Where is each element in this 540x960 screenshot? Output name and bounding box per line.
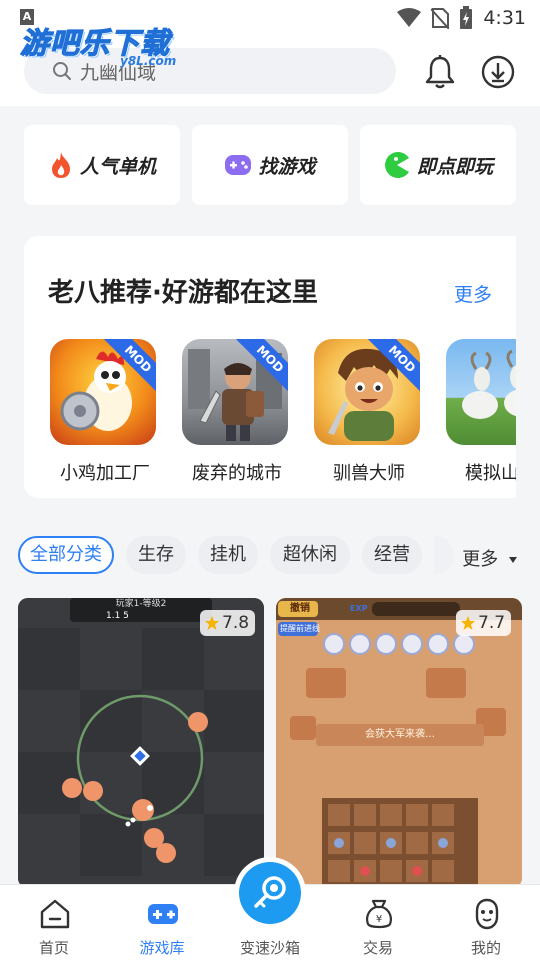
wave-banner: 会获大军来袭…: [365, 729, 435, 740]
quick-entry-label: 即点即玩: [416, 155, 493, 178]
recommend-section: 老八推荐·好游都在这里 更多 MOD 小鸡加工厂 MOD 废弃的城市 MOD 驯…: [24, 236, 516, 498]
categories-more-label: 更多: [462, 549, 499, 570]
game-icon: MOD: [182, 339, 288, 445]
gamepad-icon: [148, 904, 178, 924]
rating-badge: 7.7: [456, 610, 512, 636]
key-icon: [254, 876, 286, 908]
game-tile[interactable]: 玩家1-等级2 1.1 5 7.8: [18, 598, 264, 888]
download-icon[interactable]: [480, 54, 516, 90]
category-chip[interactable]: 生存: [126, 536, 186, 574]
game-icon: [446, 339, 516, 445]
more-link[interactable]: 更多: [454, 280, 492, 307]
nav-label: 首页: [38, 939, 69, 957]
rating-value: 7.8: [222, 613, 250, 633]
game-name: 模拟山羊: [465, 463, 516, 484]
speed-sandbox-button[interactable]: [239, 862, 301, 924]
header: 九幽仙域 游吧乐下载 y8L.com: [0, 25, 540, 106]
game-name: 废弃的城市: [192, 463, 282, 484]
app-logo: 游吧乐下载 y8L.com: [19, 20, 176, 68]
game-name: 驯兽大师: [333, 463, 405, 484]
triangle-down-icon: [509, 557, 517, 563]
hud-level: 玩家1-等级2: [115, 599, 167, 609]
star-icon: [461, 616, 475, 630]
nav-label: 交易: [362, 939, 393, 957]
category-chip-all[interactable]: 全部分类: [18, 536, 114, 574]
quick-entry-popular[interactable]: 人气单机: [24, 125, 180, 205]
star-icon: [205, 616, 219, 630]
nav-home[interactable]: 首页: [4, 885, 104, 960]
undo-button[interactable]: 撤销: [280, 602, 320, 616]
nav-label: 变速沙箱: [239, 939, 300, 957]
category-chip[interactable]: 挂机: [198, 536, 258, 574]
logo-domain: y8L.com: [120, 54, 177, 68]
quick-entry-find-game[interactable]: 找游戏: [192, 125, 348, 205]
game-tile[interactable]: 撤销 提醒前进线 EXP 会获大军来袭… 7.7: [276, 598, 522, 888]
game-screenshot: [276, 598, 522, 888]
categories-more-button[interactable]: 更多: [462, 545, 518, 571]
battery-charging-icon: [460, 6, 473, 29]
clock: 4:31: [483, 7, 526, 29]
quick-entry-label: 人气单机: [79, 155, 156, 178]
svg-text:¥: ¥: [376, 914, 382, 925]
home-icon: [40, 899, 70, 929]
rating-value: 7.7: [478, 613, 506, 633]
game-icon: MOD: [314, 339, 420, 445]
nav-trade[interactable]: ¥ 交易: [328, 885, 428, 960]
pacman-icon: [385, 152, 409, 178]
game-screenshot: [18, 598, 264, 888]
section-title: 老八推荐·好游都在这里: [48, 278, 318, 308]
category-chip-overflow: [434, 536, 454, 574]
category-filter: 全部分类 生存 挂机 超休闲 经营 更多: [0, 536, 540, 576]
profile-icon: [475, 898, 499, 930]
search-icon: [53, 62, 71, 80]
bell-icon[interactable]: [422, 54, 458, 90]
game-icon: MOD: [50, 339, 156, 445]
quick-entry-label: 找游戏: [258, 155, 316, 178]
nav-profile[interactable]: 我的: [436, 885, 536, 960]
wifi-icon: [397, 8, 422, 27]
game-card[interactable]: 模拟山羊: [446, 339, 516, 484]
game-card[interactable]: MOD 废弃的城市: [182, 339, 288, 484]
nav-label: 我的: [470, 939, 501, 957]
game-name: 小鸡加工厂: [60, 463, 150, 484]
hint-button[interactable]: 提醒前进线: [280, 623, 320, 635]
gamepad-icon: [225, 155, 252, 175]
game-card[interactable]: MOD 小鸡加工厂: [50, 339, 156, 484]
quick-entry-instant-play[interactable]: 即点即玩: [360, 125, 516, 205]
fire-icon: [51, 152, 70, 178]
nav-label: 游戏库: [139, 939, 185, 957]
category-chip[interactable]: 超休闲: [270, 536, 350, 574]
category-chip[interactable]: 经营: [362, 536, 422, 574]
exp-label: EXP: [350, 604, 368, 613]
no-sim-icon: [431, 8, 450, 29]
money-bag-icon: ¥: [366, 899, 392, 929]
hud-stats: 1.1 5: [106, 611, 129, 621]
game-card[interactable]: MOD 驯兽大师: [314, 339, 420, 484]
status-icons: 4:31: [397, 6, 526, 30]
nav-game-library[interactable]: 游戏库: [112, 885, 212, 960]
rating-badge: 7.8: [200, 610, 256, 636]
